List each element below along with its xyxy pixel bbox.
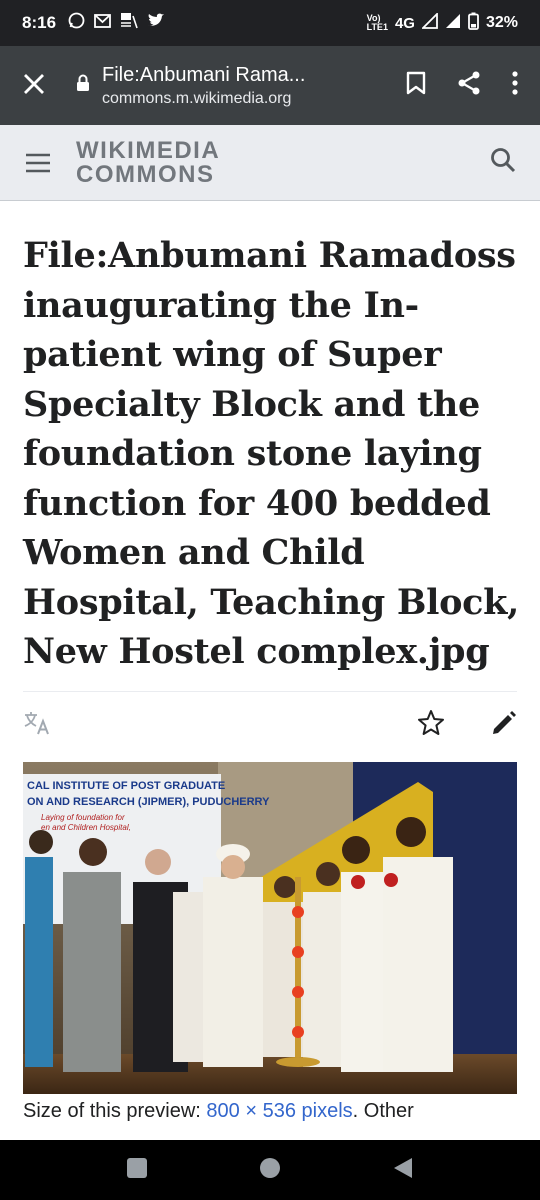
language-button[interactable] (23, 710, 53, 741)
back-button[interactable] (392, 1157, 414, 1184)
file-preview-image[interactable]: CAL INSTITUTE OF POST GRADUATE ON AND RE… (23, 762, 517, 1094)
wikimedia-commons-logo[interactable]: WIKIMEDIA COMMONS (76, 136, 221, 188)
logo-line2: COMMONS (76, 160, 215, 188)
translate-icon (24, 711, 49, 734)
logo-line1: WIKIMEDIA (76, 136, 221, 164)
system-navigation-bar (0, 1140, 540, 1200)
overflow-menu-button[interactable] (512, 71, 518, 100)
bookmark-button[interactable] (406, 71, 426, 100)
twitter-icon (147, 13, 165, 33)
home-icon (259, 1157, 280, 1178)
search-icon (491, 148, 516, 173)
pencil-icon (493, 710, 516, 734)
preview-size-caption: Size of this preview: 800 × 536 pixels. … (23, 1100, 414, 1123)
battery-icon (468, 12, 479, 34)
close-icon (24, 73, 44, 94)
close-tab-button[interactable] (0, 71, 68, 101)
hamburger-icon (26, 153, 50, 172)
browser-page-title: File:Anbumani Rama... (102, 63, 306, 86)
heading-divider (23, 691, 517, 692)
share-button[interactable] (456, 70, 482, 101)
url-area[interactable]: File:Anbumani Rama... commons.m.wikimedi… (68, 64, 406, 108)
browser-toolbar: File:Anbumani Rama... commons.m.wikimedi… (0, 46, 540, 125)
battery-level: 32% (485, 14, 518, 31)
edit-button[interactable] (491, 710, 517, 741)
banner-text-3: Laying of foundation for (41, 813, 125, 822)
signal-icon-2 (445, 13, 461, 33)
preview-size-link[interactable]: 800 × 536 pixels (206, 1100, 352, 1122)
page-content: File:Anbumani Ramadoss inaugurating the … (0, 201, 540, 1122)
site-header: WIKIMEDIA COMMONS (0, 125, 540, 201)
status-right: Vo) LTE1 4G 32% (366, 11, 518, 34)
browser-url: commons.m.wikimedia.org (102, 89, 292, 107)
banner-text-2: ON AND RESEARCH (JIPMER), PUDUCHERRY (27, 796, 270, 808)
watch-button[interactable] (417, 709, 445, 741)
main-menu-button[interactable] (0, 153, 76, 173)
search-button[interactable] (490, 147, 516, 178)
notification-icons (68, 12, 165, 34)
recents-icon (126, 1157, 147, 1178)
caption-prefix: Size of this preview: (23, 1100, 207, 1122)
more-vert-icon (512, 71, 518, 95)
recents-button[interactable] (126, 1157, 148, 1184)
clock: 8:16 (22, 13, 57, 32)
signal-icon (420, 11, 438, 33)
page-title: File:Anbumani Ramadoss inaugurating the … (23, 235, 520, 672)
ceremony-photo: CAL INSTITUTE OF POST GRADUATE ON AND RE… (23, 762, 517, 1094)
back-icon (394, 1157, 413, 1178)
volte-icon: Vo) LTE1 (366, 13, 388, 32)
lock-icon (76, 74, 90, 97)
news-icon (120, 12, 138, 34)
bookmark-icon (406, 71, 426, 95)
status-bar: 8:16 Vo) LTE1 4G 32% (0, 0, 540, 46)
caption-suffix: . Other (352, 1100, 414, 1122)
home-button[interactable] (259, 1157, 281, 1184)
star-icon (418, 710, 444, 735)
whatsapp-icon (68, 12, 85, 34)
page-actions (23, 709, 517, 741)
banner-text-4: en and Children Hospital, (41, 823, 131, 832)
share-icon (458, 71, 480, 95)
gmail-icon (94, 13, 111, 33)
banner-text-1: CAL INSTITUTE OF POST GRADUATE (27, 780, 225, 792)
network-type: 4G (394, 14, 415, 32)
